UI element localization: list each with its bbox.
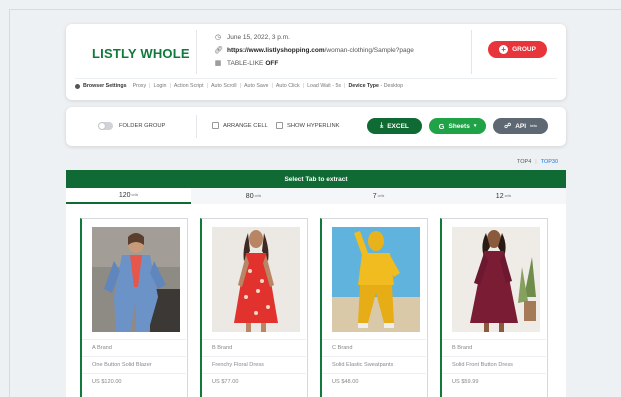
product-card[interactable]: C Brand Solid Elastic Sweatpants US $48.… <box>320 218 428 397</box>
browser-settings-bar: Browser Settings Proxy | Login | Action Sc… <box>75 83 403 89</box>
product-image <box>212 227 300 332</box>
listly-logo: LISTLY WHOLE <box>92 46 190 61</box>
setting-auto-save[interactable]: Auto Save <box>244 83 268 89</box>
table-like-line: ▦ TABLE-LIKE OFF <box>214 59 279 68</box>
divider <box>75 78 557 79</box>
product-brand: C Brand <box>322 339 426 356</box>
header-card: LISTLY WHOLE ◷ June 15, 2022, 3 p.m. 🔗︎ … <box>66 24 566 100</box>
folder-group-toggle[interactable] <box>98 122 113 130</box>
product-brand: B Brand <box>442 339 546 356</box>
product-image <box>332 227 420 332</box>
link-icon: ☍ <box>504 123 512 130</box>
setting-action-script[interactable]: Action Script <box>174 83 204 89</box>
arrange-cell-label: ARRANGE CELL <box>223 123 268 129</box>
chevron-down-icon: ▾ <box>473 123 477 129</box>
product-card[interactable]: B Brand Solid Front Button Dress US $59.… <box>440 218 548 397</box>
extract-tabs: 120 cells 80 cells 7 cells 12 cells <box>66 188 566 204</box>
url-line: 🔗︎ https://www.listlyshopping.com/woman-… <box>214 46 414 55</box>
setting-login[interactable]: Login <box>154 83 167 89</box>
google-icon: G <box>438 121 445 131</box>
select-tab-bar: Select Tab to extract <box>66 170 566 188</box>
browser-settings-title[interactable]: Browser Settings <box>83 83 127 89</box>
excel-download-button[interactable]: ⤓ EXCEL <box>367 118 422 134</box>
setting-device-type[interactable]: Device Type - Desktop <box>348 83 403 89</box>
product-name: Frenchy Floral Dress <box>202 356 306 373</box>
product-name: One Button Solid Blazer <box>82 356 186 373</box>
top4-link[interactable]: TOP4 <box>517 159 531 165</box>
table-like-label: TABLE-LIKE <box>227 59 264 67</box>
product-brand: A Brand <box>82 339 186 356</box>
download-icon: ⤓ <box>380 122 384 129</box>
table-like-value[interactable]: OFF <box>265 60 278 67</box>
top-links: TOP4 | TOP30 <box>517 159 559 165</box>
show-hyperlink-checkbox[interactable] <box>276 122 283 129</box>
product-name: Solid Elastic Sweatpants <box>322 356 426 373</box>
date-line: ◷ June 15, 2022, 3 p.m. <box>214 33 290 42</box>
settings-dot-icon <box>75 83 80 89</box>
clock-icon: ◷ <box>214 34 222 41</box>
divider <box>471 30 472 74</box>
google-sheets-button[interactable]: G Sheets ▾ <box>429 118 486 134</box>
table-icon: ▦ <box>214 60 222 67</box>
product-image <box>92 227 180 332</box>
product-image <box>452 227 540 332</box>
tab-3[interactable]: 7 cells <box>316 188 441 204</box>
setting-proxy[interactable]: Proxy <box>133 83 147 89</box>
product-brand: B Brand <box>202 339 306 356</box>
product-price: US $120.00 <box>82 373 186 390</box>
show-hyperlink-label: SHOW HYPERLINK <box>287 123 340 129</box>
product-name: Solid Front Button Dress <box>442 356 546 373</box>
product-price: US $77.00 <box>202 373 306 390</box>
add-group-button[interactable]: + GROUP <box>488 41 547 58</box>
divider <box>196 115 197 138</box>
toolbar-card: FOLDER GROUP ARRANGE CELL SHOW HYPERLINK… <box>66 107 566 146</box>
setting-auto-scroll[interactable]: Auto Scroll <box>211 83 237 89</box>
extracted-products: A Brand One Button Solid Blazer US $120.… <box>66 204 566 397</box>
extract-date: June 15, 2022, 3 p.m. <box>227 33 290 41</box>
source-url[interactable]: https://www.listlyshopping.com/woman-clo… <box>227 47 414 54</box>
tab-2[interactable]: 80 cells <box>191 188 316 204</box>
api-button[interactable]: ☍ API beta <box>493 118 548 134</box>
setting-load-wait[interactable]: Load Wait - 5s <box>307 83 341 89</box>
divider <box>196 30 197 74</box>
product-card[interactable]: B Brand Frenchy Floral Dress US $77.00 <box>200 218 308 397</box>
tab-1[interactable]: 120 cells <box>66 188 191 204</box>
product-price: US $48.00 <box>322 373 426 390</box>
plus-icon: + <box>499 45 509 54</box>
product-price: US $59.99 <box>442 373 546 390</box>
toggle-knob <box>99 123 105 129</box>
link-icon: 🔗︎ <box>214 47 223 54</box>
folder-group-label: FOLDER GROUP <box>119 123 166 129</box>
beta-badge: beta <box>530 124 537 128</box>
arrange-cell-checkbox[interactable] <box>212 122 219 129</box>
top30-link[interactable]: TOP30 <box>541 159 558 165</box>
setting-auto-click[interactable]: Auto Click <box>276 83 300 89</box>
product-card[interactable]: A Brand One Button Solid Blazer US $120.… <box>80 218 188 397</box>
tab-4[interactable]: 12 cells <box>441 188 566 204</box>
